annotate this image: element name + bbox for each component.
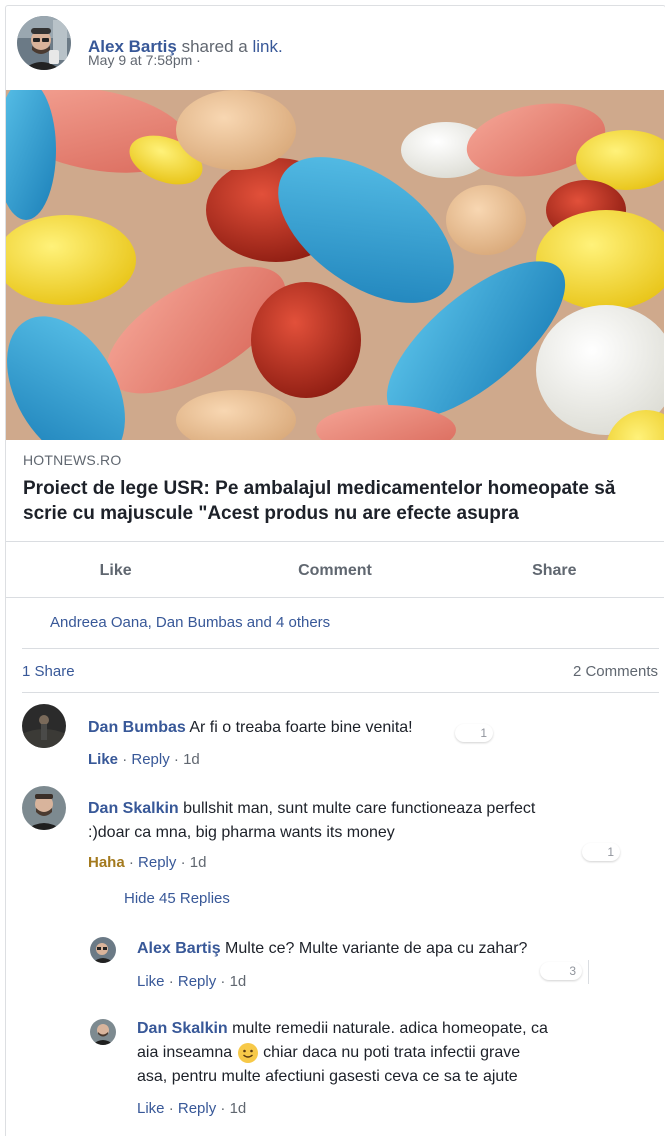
- comment-avatar[interactable]: [22, 786, 66, 830]
- reply-reaction-count[interactable]: 3: [540, 962, 582, 980]
- comment-age[interactable]: 1d: [183, 751, 200, 768]
- comment-text: bullshit man, sunt multe care functionea…: [183, 800, 536, 817]
- like-button[interactable]: Like: [6, 556, 225, 586]
- reply-author[interactable]: Alex Bartiş: [137, 940, 221, 957]
- comment-body: Dan Skalkin bullshit man, sunt multe car…: [88, 797, 648, 845]
- post-timestamp[interactable]: May 9 at 7:58pm ·: [88, 52, 201, 68]
- smiley-icon: [237, 1042, 258, 1063]
- preview-title[interactable]: Proiect de lege USR: Pe ambalajul medica…: [23, 476, 653, 526]
- separator: ·: [173, 751, 179, 768]
- comment-meta: Haha · Reply · 1d: [88, 854, 206, 871]
- reply-meta: Like · Reply · 1d: [137, 973, 246, 990]
- comment-meta: Like · Reply · 1d: [88, 751, 200, 768]
- comment-text: :)doar ca mna, big pharma wants its mone…: [88, 824, 395, 841]
- separator: ·: [220, 973, 226, 990]
- shares-count[interactable]: 1 Share: [22, 663, 75, 680]
- separator: ·: [220, 1100, 226, 1117]
- separator: ·: [168, 1100, 174, 1117]
- comment-like-link[interactable]: Like: [88, 751, 118, 768]
- reply-reply-link[interactable]: Reply: [178, 973, 216, 990]
- separator: ·: [180, 854, 186, 871]
- reply-text: Multe ce? Multe variante de apa cu zahar…: [225, 940, 528, 957]
- comment-author[interactable]: Dan Skalkin: [88, 800, 179, 817]
- link-preview-image[interactable]: [6, 90, 664, 440]
- reply-avatar[interactable]: [90, 1019, 116, 1045]
- comment-author[interactable]: Dan Bumbas: [88, 719, 186, 736]
- comments-count[interactable]: 2 Comments: [573, 663, 658, 680]
- reply-reply-link[interactable]: Reply: [178, 1100, 216, 1117]
- reply-like-link[interactable]: Like: [137, 1100, 165, 1117]
- preview-source[interactable]: HOTNEWS.RO: [23, 452, 121, 468]
- reply-text: asa, pentru multe afectiuni gasesti ceva…: [137, 1068, 518, 1085]
- comment-age[interactable]: 1d: [190, 854, 207, 871]
- reply-age[interactable]: 1d: [230, 1100, 247, 1117]
- separator: ·: [122, 751, 128, 768]
- reply-text: multe remedii naturale. adica homeopate,…: [232, 1020, 548, 1037]
- reply-meta: Like · Reply · 1d: [137, 1100, 246, 1117]
- separator: ·: [128, 854, 134, 871]
- reply-body: Alex Bartiş Multe ce? Multe variante de …: [137, 937, 597, 961]
- divider: [22, 692, 659, 693]
- comment-reply-link[interactable]: Reply: [138, 854, 176, 871]
- reply-text: chiar daca nu poti trata infectii grave: [263, 1044, 521, 1061]
- comment-reaction-haha[interactable]: Haha: [88, 854, 125, 871]
- divider: [588, 960, 589, 984]
- reply-author[interactable]: Dan Skalkin: [137, 1020, 228, 1037]
- shared-link[interactable]: link.: [252, 37, 282, 56]
- divider: [6, 541, 664, 542]
- hide-replies-link[interactable]: Hide 45 Replies: [124, 890, 230, 907]
- comment-reaction-count[interactable]: 1: [455, 724, 493, 742]
- post-actions: Like Comment Share: [6, 556, 664, 586]
- divider: [22, 648, 659, 649]
- reply-age[interactable]: 1d: [230, 973, 247, 990]
- comment-reply-link[interactable]: Reply: [131, 751, 169, 768]
- share-button[interactable]: Share: [445, 556, 664, 586]
- separator: ·: [168, 973, 174, 990]
- reply-body: Dan Skalkin multe remedii naturale. adic…: [137, 1017, 657, 1089]
- reactions-summary[interactable]: Andreea Oana, Dan Bumbas and 4 others: [50, 614, 330, 631]
- comment-avatar[interactable]: [22, 704, 66, 748]
- comment-reaction-count[interactable]: 1: [582, 843, 620, 861]
- comment-body: Dan Bumbas Ar fi o treaba foarte bine ve…: [88, 716, 508, 740]
- author-avatar[interactable]: [17, 16, 71, 70]
- comment-text: Ar fi o treaba foarte bine venita!: [189, 719, 413, 736]
- reply-avatar[interactable]: [90, 937, 116, 963]
- reply-text: aia inseamna: [137, 1044, 233, 1061]
- divider: [6, 597, 664, 598]
- reply-like-link[interactable]: Like: [137, 973, 165, 990]
- comment-button[interactable]: Comment: [225, 556, 444, 586]
